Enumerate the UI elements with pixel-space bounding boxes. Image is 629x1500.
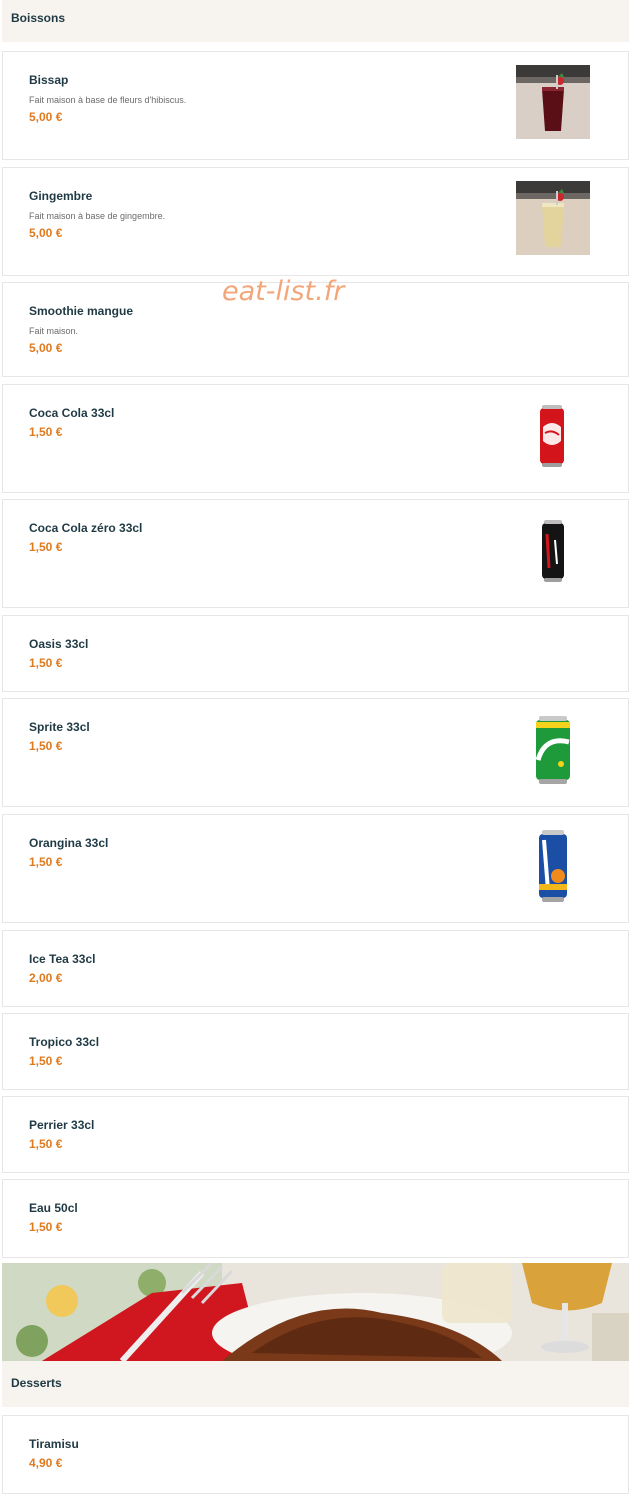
item-name: Tropico 33cl bbox=[29, 1035, 100, 1049]
item-price: 1,50 € bbox=[29, 739, 63, 753]
watermark-text: eat-list.fr bbox=[222, 276, 345, 307]
item-price: 1,50 € bbox=[29, 855, 63, 869]
menu-item-ice-tea[interactable]: Ice Tea 33cl 2,00 € bbox=[2, 930, 629, 1007]
item-name: Bissap bbox=[29, 73, 69, 87]
item-price: 1,50 € bbox=[29, 1137, 63, 1151]
item-name: Eau 50cl bbox=[29, 1201, 78, 1215]
section-title: Desserts bbox=[11, 1376, 62, 1390]
item-price: 1,50 € bbox=[29, 656, 63, 670]
menu-item-gingembre[interactable]: Gingembre Fait maison à base de gingembr… bbox=[2, 167, 629, 276]
menu-item-coca-cola-zero[interactable]: Coca Cola zéro 33cl 1,50 € bbox=[2, 499, 629, 608]
menu-item-bissap[interactable]: Bissap Fait maison à base de fleurs d'hi… bbox=[2, 51, 629, 160]
item-name: Coca Cola 33cl bbox=[29, 406, 115, 420]
menu-item-coca-cola[interactable]: Coca Cola 33cl 1,50 € bbox=[2, 384, 629, 493]
item-name: Tiramisu bbox=[29, 1437, 79, 1451]
orangina-can-icon bbox=[539, 830, 567, 902]
item-name: Oasis 33cl bbox=[29, 637, 89, 651]
item-price: 1,50 € bbox=[29, 1220, 63, 1234]
item-name: Orangina 33cl bbox=[29, 836, 109, 850]
coca-cola-zero-can-icon bbox=[542, 520, 564, 582]
item-description: Fait maison à base de gingembre. bbox=[29, 211, 166, 221]
menu-item-oasis[interactable]: Oasis 33cl 1,50 € bbox=[2, 615, 629, 692]
section-title: Boissons bbox=[11, 11, 66, 25]
menu-item-tiramisu[interactable]: Tiramisu 4,90 € bbox=[2, 1415, 629, 1494]
item-price: 5,00 € bbox=[29, 341, 63, 355]
menu-item-perrier[interactable]: Perrier 33cl 1,50 € bbox=[2, 1096, 629, 1173]
item-name: Coca Cola zéro 33cl bbox=[29, 521, 143, 535]
item-name: Perrier 33cl bbox=[29, 1118, 95, 1132]
item-price: 4,90 € bbox=[29, 1456, 63, 1470]
item-price: 1,50 € bbox=[29, 540, 63, 554]
item-description: Fait maison à base de fleurs d'hibiscus. bbox=[29, 95, 187, 105]
menu-item-tropico[interactable]: Tropico 33cl 1,50 € bbox=[2, 1013, 629, 1090]
item-name: Sprite 33cl bbox=[29, 720, 90, 734]
item-name: Ice Tea 33cl bbox=[29, 952, 96, 966]
menu-item-orangina[interactable]: Orangina 33cl 1,50 € bbox=[2, 814, 629, 923]
section-header-desserts: Desserts bbox=[2, 1361, 629, 1407]
item-description: Fait maison. bbox=[29, 326, 79, 336]
item-name: Smoothie mangue bbox=[29, 304, 134, 318]
tiramisu-banner-photo bbox=[2, 1263, 629, 1361]
menu-item-eau[interactable]: Eau 50cl 1,50 € bbox=[2, 1179, 629, 1258]
item-price: 1,50 € bbox=[29, 1054, 63, 1068]
sprite-can-icon bbox=[535, 716, 570, 784]
item-price: 5,00 € bbox=[29, 226, 63, 240]
section-header-boissons: Boissons bbox=[2, 0, 629, 42]
item-price: 5,00 € bbox=[29, 110, 63, 124]
gingembre-photo bbox=[516, 181, 590, 255]
item-name: Gingembre bbox=[29, 189, 93, 203]
item-price: 1,50 € bbox=[29, 425, 63, 439]
desserts-banner-image bbox=[2, 1263, 629, 1361]
bissap-photo bbox=[516, 65, 590, 139]
item-price: 2,00 € bbox=[29, 971, 63, 985]
coca-cola-can-icon bbox=[540, 405, 564, 467]
menu-item-sprite[interactable]: Sprite 33cl 1,50 € bbox=[2, 698, 629, 807]
